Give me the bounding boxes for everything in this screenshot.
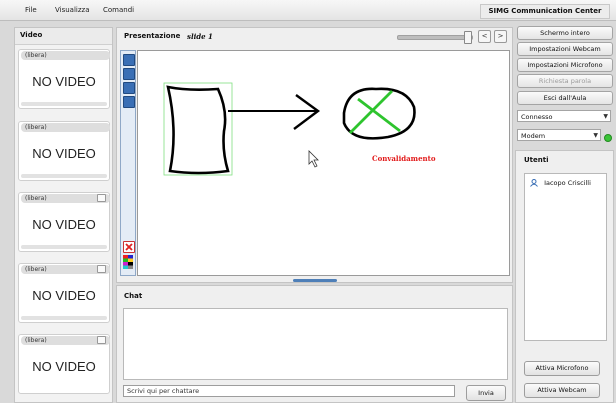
clear-icon[interactable]: [123, 241, 135, 253]
activate-mic-button[interactable]: Attiva Microfono: [524, 361, 600, 376]
user-icon: [530, 179, 538, 187]
video-slot-footer: [21, 102, 107, 106]
close-icon[interactable]: [97, 336, 106, 344]
close-icon[interactable]: [97, 265, 106, 273]
chat-title: Chat: [124, 292, 143, 300]
presentation-panel: Presentazione slide 1 < > Convalidamento: [116, 27, 513, 283]
video-slot: (libera) NO VIDEO: [18, 334, 110, 394]
connection-select[interactable]: Modem ▼: [517, 129, 601, 141]
menu-file[interactable]: File: [25, 6, 37, 14]
no-video-text: NO VIDEO: [32, 359, 96, 374]
zoom-slider-thumb[interactable]: [464, 31, 472, 44]
chat-log: [123, 308, 508, 380]
close-icon[interactable]: [97, 194, 106, 202]
users-list: Iacopo Criscilli: [524, 173, 607, 341]
video-slot-label: (libera): [21, 123, 110, 132]
cursor-icon: [308, 150, 319, 168]
online-status-icon: [604, 134, 612, 142]
chevron-down-icon: ▼: [603, 113, 608, 120]
no-video-text: NO VIDEO: [32, 217, 96, 232]
drawn-cross: [349, 90, 401, 134]
drawn-box: [166, 85, 230, 175]
connection-select-value: Modem: [521, 132, 546, 140]
activate-webcam-button[interactable]: Attiva Webcam: [524, 383, 600, 398]
zoom-slider-track[interactable]: [397, 35, 473, 40]
users-panel: Utenti Iacopo Criscilli Attiva Microfono…: [515, 150, 614, 403]
video-slot-footer: [21, 174, 107, 178]
video-panel-title: Video: [15, 28, 112, 45]
x-mark-icon: [125, 243, 133, 251]
video-slot: (libera) NO VIDEO: [18, 263, 110, 323]
video-slot: (libera) NO VIDEO: [18, 49, 110, 109]
status-select[interactable]: Connesso ▼: [517, 110, 611, 122]
pen-tool-icon[interactable]: [123, 96, 135, 108]
whiteboard-drawing: [163, 82, 416, 176]
chat-input[interactable]: [123, 385, 455, 397]
menu-comandi[interactable]: Comandi: [103, 6, 134, 14]
users-title: Utenti: [524, 156, 549, 164]
color-palette-icon[interactable]: [123, 255, 133, 269]
app-title: SIMG Communication Center: [480, 4, 610, 19]
video-slot-footer: [21, 245, 107, 249]
mic-settings-button[interactable]: Impostazioni Microfono: [517, 58, 613, 72]
status-select-value: Connesso: [521, 113, 553, 121]
drawing-toolbar: [120, 50, 136, 276]
next-slide-button[interactable]: >: [494, 30, 507, 43]
move-tool-icon[interactable]: [123, 54, 135, 66]
fullscreen-button[interactable]: Schermo intero: [517, 26, 613, 40]
menu-bar: File Visualizza Comandi SIMG Communicati…: [0, 0, 616, 21]
no-video-text: NO VIDEO: [32, 74, 96, 89]
menu-visualizza[interactable]: Visualizza: [55, 6, 89, 14]
text-tool-alt-icon[interactable]: [123, 82, 135, 94]
text-tool-icon[interactable]: [123, 68, 135, 80]
webcam-settings-button[interactable]: Impostazioni Webcam: [517, 42, 613, 56]
prev-slide-button[interactable]: <: [478, 30, 491, 43]
video-slot: (libera) NO VIDEO: [18, 192, 110, 252]
no-video-text: NO VIDEO: [32, 146, 96, 161]
whiteboard-canvas[interactable]: Convalidamento: [137, 50, 510, 276]
video-panel: Video (libera) NO VIDEO (libera) NO VIDE…: [14, 27, 113, 403]
send-button[interactable]: Invia: [466, 385, 506, 401]
chevron-down-icon: ▼: [593, 132, 598, 139]
video-slot: (libera) NO VIDEO: [18, 121, 110, 181]
panel-resize-handle[interactable]: [293, 279, 337, 282]
no-video-text: NO VIDEO: [32, 288, 96, 303]
presentation-title: Presentazione: [124, 32, 181, 40]
user-name: Iacopo Criscilli: [544, 179, 591, 187]
chat-panel: Chat Invia: [116, 285, 513, 403]
list-item[interactable]: Iacopo Criscilli: [530, 179, 591, 187]
request-word-button[interactable]: Richiesta parola: [517, 74, 613, 88]
drawing-caption: Convalidamento: [372, 154, 436, 163]
slide-name: slide 1: [187, 32, 213, 41]
video-slot-footer: [21, 316, 107, 320]
leave-room-button[interactable]: Esci dall'Aula: [517, 91, 613, 105]
video-slot-label: (libera): [21, 51, 110, 60]
